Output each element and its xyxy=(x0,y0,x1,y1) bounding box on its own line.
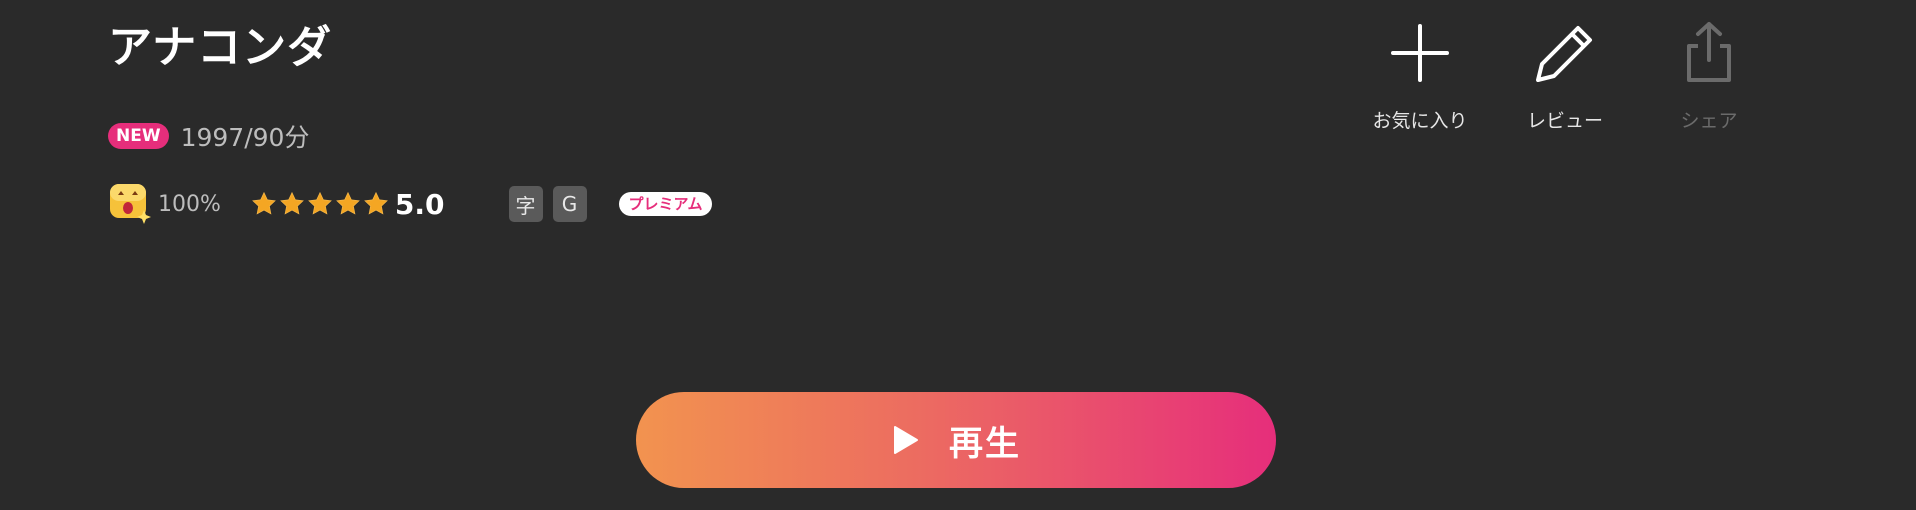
rating-score: 5.0 xyxy=(394,187,445,221)
share-button[interactable]: シェア xyxy=(1649,20,1769,133)
age-rating-tag: G xyxy=(552,186,587,222)
wow-face-icon xyxy=(108,182,152,226)
star-icon xyxy=(252,191,276,215)
plus-icon xyxy=(1391,24,1449,82)
new-badge: NEW xyxy=(108,123,169,149)
star-icon xyxy=(336,191,360,215)
tag-list: 字 G xyxy=(508,186,587,222)
favorite-label: お気に入り xyxy=(1372,110,1468,132)
star-icon xyxy=(308,191,332,215)
year-duration: 1997/90分 xyxy=(180,123,310,152)
share-icon xyxy=(1687,22,1731,82)
stats-row: 100% 5.0 字 G プレミアム xyxy=(108,182,713,226)
star-rating xyxy=(251,191,389,217)
play-label: 再生 xyxy=(949,424,1021,463)
meta-row: NEW 1997/90分 xyxy=(108,118,309,154)
review-button[interactable]: レビュー xyxy=(1505,20,1625,133)
subtitle-tag: 字 xyxy=(508,186,543,222)
play-icon xyxy=(894,426,918,454)
favorite-button[interactable]: お気に入り xyxy=(1360,20,1480,133)
star-icon xyxy=(364,191,388,215)
review-label: レビュー xyxy=(1526,110,1603,132)
reaction-percent: 100% xyxy=(158,191,221,217)
play-button[interactable]: 再生 xyxy=(636,392,1276,488)
premium-badge: プレミアム xyxy=(618,192,713,216)
pencil-icon xyxy=(1536,26,1592,82)
star-icon xyxy=(280,191,304,215)
share-label: シェア xyxy=(1680,110,1738,132)
movie-title: アナコンダ xyxy=(108,22,333,73)
